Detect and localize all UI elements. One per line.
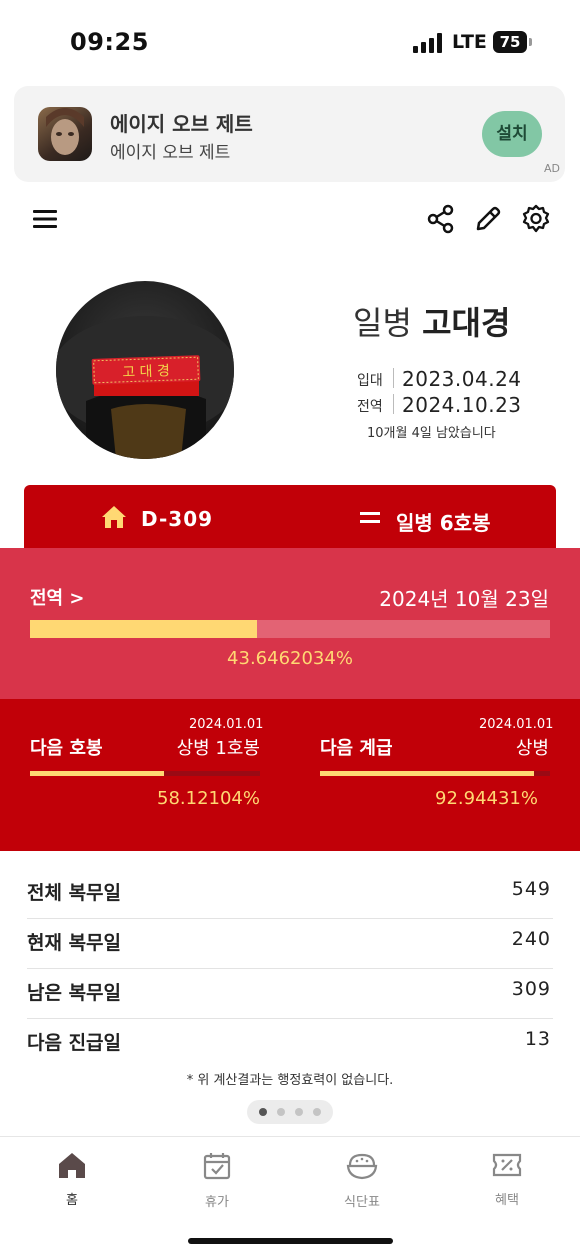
signal-icon xyxy=(413,33,442,53)
tab-label: 홈 xyxy=(66,1193,78,1208)
home-icon xyxy=(102,506,126,528)
rank-name: 일병 고대경 xyxy=(353,298,510,344)
tab-label: 혜택 xyxy=(495,1193,519,1208)
svg-text:고 대 경: 고 대 경 xyxy=(122,363,170,381)
next-rank-label: 다음 계급 xyxy=(320,738,393,759)
divider xyxy=(393,394,394,414)
discharge-date: 2024.10.23 xyxy=(402,393,522,417)
ad-app-icon[interactable] xyxy=(38,107,92,161)
tab-home[interactable]: 홈 xyxy=(32,1151,112,1208)
stat-value: 309 xyxy=(511,978,551,1000)
discharge-progress-label[interactable]: 전역 > xyxy=(30,584,84,610)
tab-label: 휴가 xyxy=(205,1195,229,1210)
ticket-icon xyxy=(492,1153,522,1177)
discharge-progress-percent: 43.6462034% xyxy=(227,648,353,669)
next-hobong-label: 다음 호봉 xyxy=(30,738,103,759)
ad-tag: AD xyxy=(544,162,560,175)
stat-value: 13 xyxy=(524,1028,551,1050)
next-hobong-date: 2024.01.01 xyxy=(189,717,264,732)
next-rank-target: 상병 xyxy=(515,738,549,759)
menu-icon[interactable] xyxy=(30,204,60,234)
next-hobong-fill xyxy=(30,771,164,776)
next-hobong-percent: 58.12104% xyxy=(157,788,260,809)
stat-label: 현재 복무일 xyxy=(27,932,122,954)
discharge-progress-date: 2024년 10월 23일 xyxy=(379,587,549,611)
next-rank-track xyxy=(320,771,550,776)
current-hobong: 일병 6호봉 xyxy=(396,511,491,535)
page-dot[interactable] xyxy=(259,1108,267,1116)
discharge-progress-track xyxy=(30,620,550,638)
ad-subtitle: 에이지 오브 제트 xyxy=(110,143,231,163)
tab-benefits[interactable]: 혜택 xyxy=(467,1151,547,1208)
battery-tip xyxy=(529,38,532,46)
disclaimer-note: * 위 계산결과는 행정효력이 없습니다. xyxy=(186,1073,394,1088)
page-dot[interactable] xyxy=(313,1108,321,1116)
calendar-icon xyxy=(203,1153,231,1180)
battery-icon: 75 xyxy=(493,31,527,53)
home-icon xyxy=(59,1153,85,1178)
stat-label: 다음 진급일 xyxy=(27,1032,122,1054)
stat-value: 240 xyxy=(511,928,551,950)
install-button[interactable]: 설치 xyxy=(482,111,542,157)
dday-counter: D-309 xyxy=(141,507,214,531)
settings-icon[interactable] xyxy=(521,204,551,234)
stat-value: 549 xyxy=(511,878,551,900)
divider xyxy=(393,368,394,388)
next-rank-fill xyxy=(320,771,534,776)
stat-row-current: 현재 복무일 240 xyxy=(27,918,553,969)
enlist-date: 2023.04.24 xyxy=(402,367,522,391)
discharge-progress-fill xyxy=(30,620,257,638)
enlist-label: 입대 xyxy=(357,373,383,389)
next-hobong-target: 상병 1호봉 xyxy=(176,738,260,759)
remaining-text: 10개월 4일 남았습니다 xyxy=(367,426,496,441)
stat-row-total: 전체 복무일 549 xyxy=(27,868,553,919)
rank-label: 일병 xyxy=(353,304,412,342)
stat-label: 전체 복무일 xyxy=(27,882,122,904)
stat-label: 남은 복무일 xyxy=(27,982,122,1004)
next-rank-date: 2024.01.01 xyxy=(479,717,554,732)
network-label: LTE xyxy=(452,31,487,53)
profile-photo[interactable]: 고 대 경 xyxy=(56,281,234,459)
ad-title: 에이지 오브 제트 xyxy=(110,112,253,136)
next-hobong-track xyxy=(30,771,260,776)
soldier-name: 고대경 xyxy=(422,304,511,342)
tab-vacation[interactable]: 휴가 xyxy=(177,1151,257,1210)
next-rank-percent: 92.94431% xyxy=(435,788,538,809)
stat-row-remaining: 남은 복무일 309 xyxy=(27,968,553,1019)
discharge-label: 전역 xyxy=(357,399,383,415)
stat-row-next-promotion: 다음 진급일 13 xyxy=(27,1018,553,1068)
tab-meal-menu[interactable]: 식단표 xyxy=(322,1151,402,1210)
equals-icon xyxy=(360,512,380,523)
tab-label: 식단표 xyxy=(344,1195,380,1210)
rice-bowl-icon xyxy=(346,1153,378,1180)
page-dot[interactable] xyxy=(277,1108,285,1116)
home-indicator xyxy=(188,1238,393,1244)
status-time: 09:25 xyxy=(70,28,149,56)
share-icon[interactable] xyxy=(426,204,456,234)
page-dot[interactable] xyxy=(295,1108,303,1116)
edit-icon[interactable] xyxy=(473,204,503,234)
page-indicator[interactable] xyxy=(247,1100,333,1124)
